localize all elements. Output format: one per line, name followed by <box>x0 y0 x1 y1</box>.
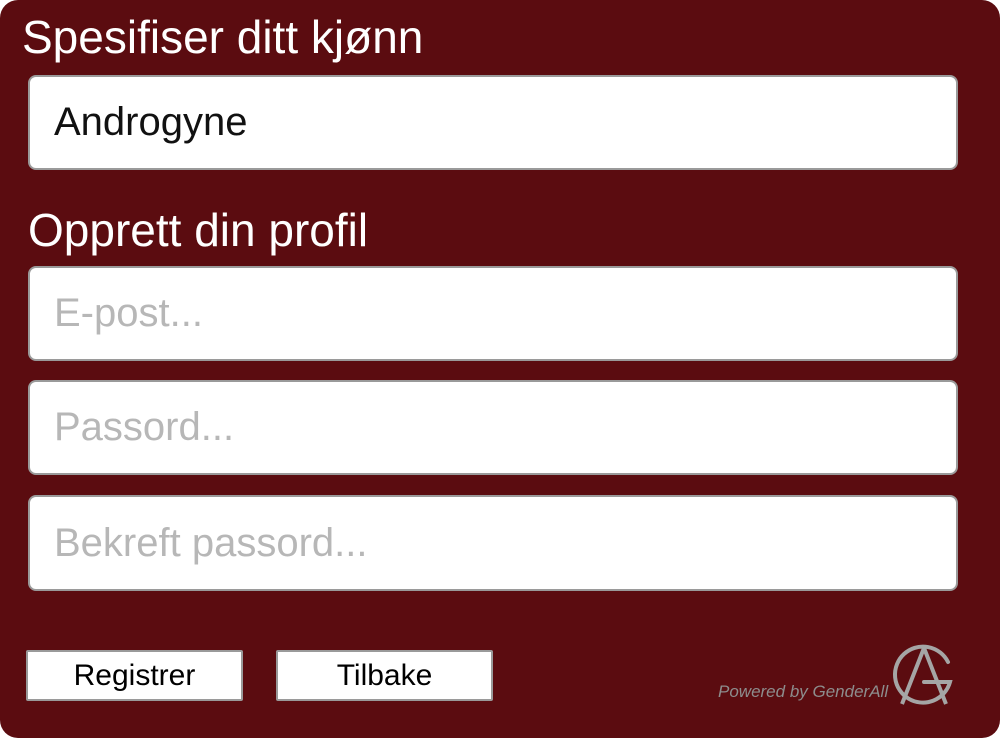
gender-heading: Spesifiser ditt kjønn <box>22 11 424 63</box>
signup-panel: Spesifiser ditt kjønn Opprett din profil… <box>0 0 1000 738</box>
genderall-logo-icon <box>893 644 953 705</box>
powered-by-text: Powered by GenderAll <box>718 682 889 701</box>
profile-heading: Opprett din profil <box>28 204 369 256</box>
register-button[interactable]: Registrer <box>26 650 243 701</box>
gender-input[interactable] <box>28 75 958 170</box>
back-button[interactable]: Tilbake <box>276 650 493 701</box>
confirm-password-input[interactable] <box>28 495 958 591</box>
email-input[interactable] <box>28 266 958 361</box>
password-input[interactable] <box>28 380 958 475</box>
